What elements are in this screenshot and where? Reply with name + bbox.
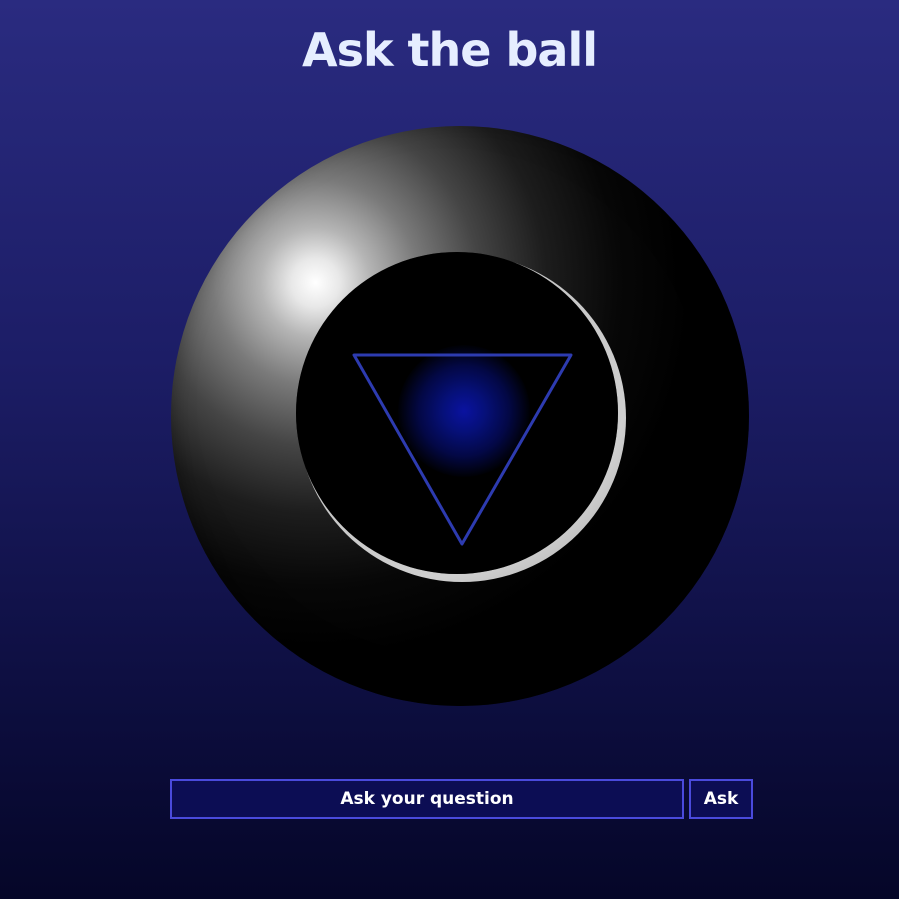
- page-title: Ask the ball: [301, 23, 598, 77]
- question-input[interactable]: [170, 779, 684, 819]
- ask-button[interactable]: Ask: [689, 779, 753, 819]
- triangle-glow: [398, 345, 530, 477]
- ask-form: Ask: [170, 779, 753, 819]
